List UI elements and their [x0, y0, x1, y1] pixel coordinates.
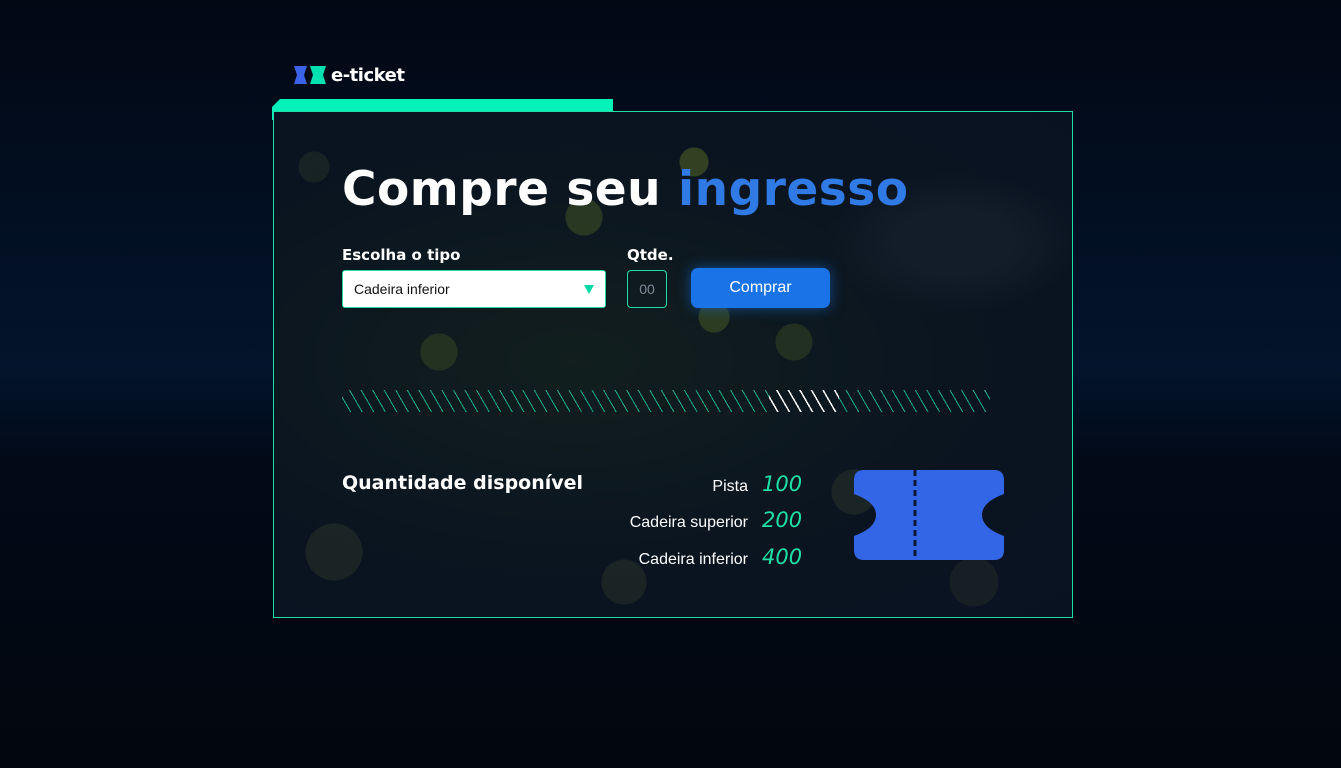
- type-label: Escolha o tipo: [342, 246, 461, 264]
- buy-button[interactable]: Comprar: [691, 268, 830, 308]
- availability-value: 100: [762, 472, 803, 496]
- availability-label: Pista: [712, 478, 748, 495]
- chevron-down-icon: [584, 284, 594, 294]
- availability-value: 200: [762, 508, 803, 532]
- availability-label: Cadeira inferior: [638, 551, 748, 568]
- decorative-hatch-highlight: [769, 390, 839, 412]
- quantity-placeholder: 00: [639, 281, 655, 297]
- page-title-main: Compre seu: [342, 162, 662, 217]
- page-title-accent: ingresso: [678, 162, 909, 217]
- quantity-input[interactable]: 00: [627, 270, 667, 308]
- brand-name: e-ticket: [331, 64, 405, 86]
- ticket-icon: [854, 470, 1004, 560]
- ticket-type-value: Cadeira inferior: [354, 281, 450, 297]
- page-title: Compre seu ingresso: [342, 162, 909, 217]
- purchase-card: Compre seu ingresso Escolha o tipo Cadei…: [273, 111, 1073, 618]
- qty-label: Qtde.: [627, 246, 674, 264]
- brand-logo[interactable]: e-ticket: [293, 64, 405, 86]
- availability-title: Quantidade disponível: [342, 472, 584, 494]
- availability-label: Cadeira superior: [629, 514, 748, 531]
- availability-value: 400: [762, 545, 803, 569]
- decorative-hatch-divider: [342, 390, 990, 412]
- availability-row: Cadeira superior 200: [630, 508, 804, 532]
- ticket-type-select[interactable]: Cadeira inferior: [342, 270, 606, 308]
- ticket-logo-icon: [294, 66, 326, 84]
- availability-row: Cadeira inferior 400: [639, 545, 804, 569]
- availability-row: Pista 100: [712, 472, 804, 496]
